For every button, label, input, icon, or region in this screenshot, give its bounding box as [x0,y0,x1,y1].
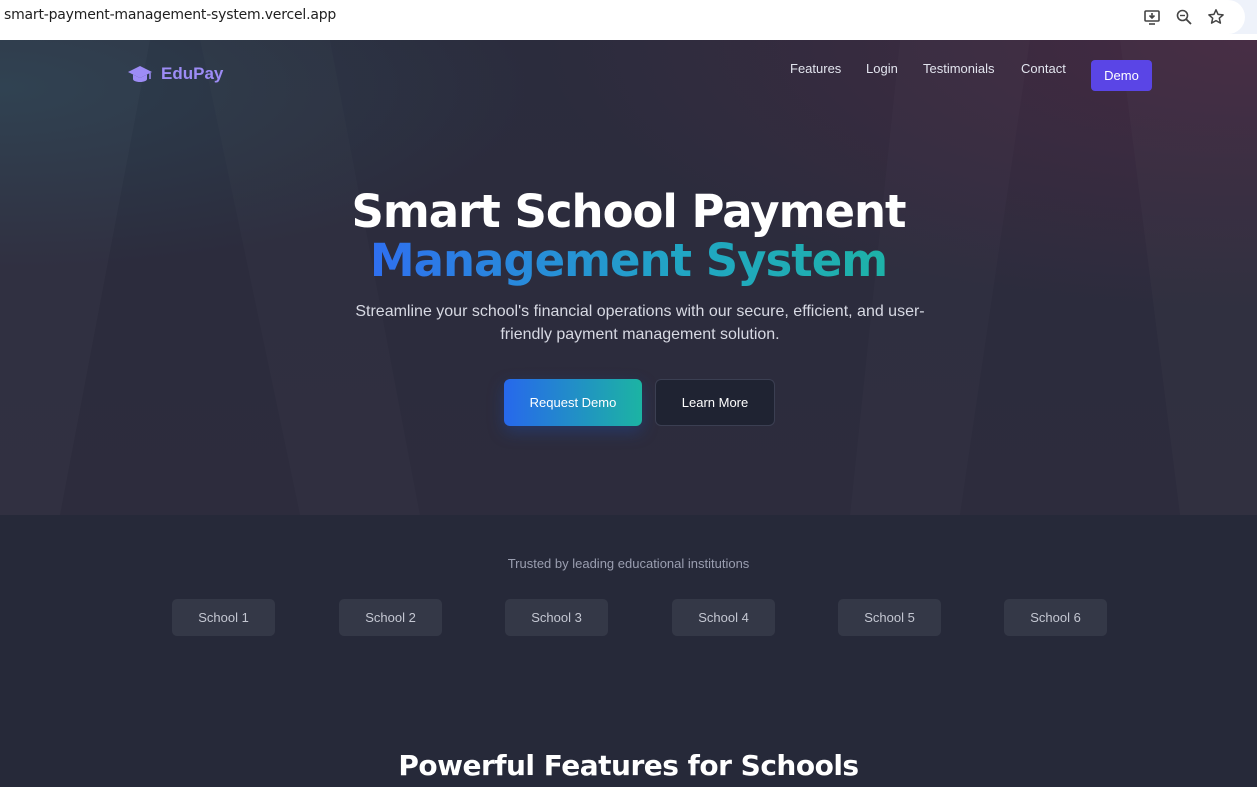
logo-text: EduPay [161,64,224,83]
url-text[interactable]: smart-payment-management-system.vercel.a… [4,7,336,23]
school-badge: School 2 [339,599,442,636]
features-heading: Powerful Features for Schools [398,749,859,782]
request-demo-button[interactable]: Request Demo [504,379,642,426]
hero-subtitle: Streamline your school's financial opera… [355,303,925,343]
school-badge: School 6 [1004,599,1107,636]
hero-title-gradient-text: Management System [369,234,888,287]
hero-title-line1: Smart School Payment [351,185,906,238]
demo-button[interactable]: Demo [1091,60,1152,91]
nav-link-login[interactable]: Login [866,61,898,76]
top-nav: EduPay Features Login Testimonials Conta… [0,40,1257,112]
school-badge: School 5 [838,599,941,636]
nav-link-features[interactable]: Features [790,61,841,76]
learn-more-button[interactable]: Learn More [655,379,775,426]
logo[interactable]: EduPay [127,64,223,84]
school-badge: School 3 [505,599,608,636]
graduation-cap-icon [128,66,152,82]
hero-section: EduPay Features Login Testimonials Conta… [0,40,1257,515]
trusted-label: Trusted by leading educational instituti… [507,556,750,571]
browser-toolbar: smart-payment-management-system.vercel.a… [0,0,1257,34]
hero-title-line2: Management System [0,234,1257,287]
school-badge: School 4 [672,599,775,636]
nav-link-contact[interactable]: Contact [1021,61,1066,76]
school-badge: School 1 [172,599,275,636]
nav-link-testimonials[interactable]: Testimonials [923,61,995,76]
address-bar[interactable]: smart-payment-management-system.vercel.a… [0,0,1245,34]
zoom-icon[interactable] [1173,6,1195,28]
page: EduPay Features Login Testimonials Conta… [0,40,1257,787]
bookmark-star-icon[interactable] [1205,6,1227,28]
install-app-icon[interactable] [1141,6,1163,28]
